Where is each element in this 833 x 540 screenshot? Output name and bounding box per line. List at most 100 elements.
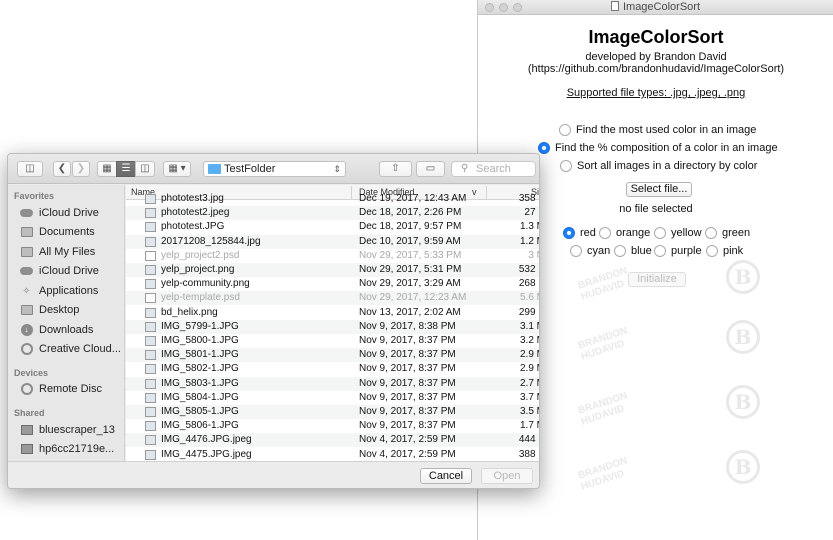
sidebar-toggle-button[interactable]: ◫ (17, 161, 43, 177)
file-row[interactable]: IMG_5799-1.JPG Nov 9, 2017, 8:38 PM 3.1 M (126, 319, 539, 334)
computer-icon (20, 424, 33, 436)
radio-button[interactable] (706, 245, 718, 257)
initialize-button[interactable]: Initialize (628, 272, 686, 287)
sidebar-item-remote-disc[interactable]: Remote Disc (20, 381, 124, 397)
color-option-orange[interactable]: orange (599, 227, 650, 239)
file-row[interactable]: IMG_4476.JPG.jpeg Nov 4, 2017, 2:59 PM 444… (126, 433, 539, 448)
image-file-icon (145, 307, 156, 318)
search-placeholder: Search (476, 163, 511, 175)
radio-button[interactable] (654, 227, 666, 239)
file-date: Nov 9, 2017, 8:37 PM (359, 349, 456, 361)
open-button[interactable]: Open (481, 468, 533, 484)
sidebar-item-desktop[interactable]: Desktop (20, 302, 124, 318)
folder-name: TestFolder (224, 163, 276, 175)
file-row[interactable]: yelp-community.png Nov 29, 2017, 3:29 AM 2… (126, 277, 539, 291)
file-row[interactable]: IMG_5805-1.JPG Nov 9, 2017, 8:37 PM 3.5 M (126, 405, 539, 419)
color-option-red[interactable]: red (563, 227, 596, 239)
list-view-button[interactable]: ☰ (116, 161, 136, 177)
color-option-yellow[interactable]: yellow (654, 227, 702, 239)
sidebar-item-applications[interactable]: ✧ Applications (20, 283, 124, 299)
file-size: 1.2 M (519, 235, 539, 247)
file-name: phototest3.jpg (161, 193, 224, 204)
radio-button[interactable] (570, 245, 582, 257)
file-name: IMG_5799-1.JPG (161, 320, 239, 332)
share-button[interactable]: ⇧ (379, 161, 412, 177)
image-file-icon (145, 321, 156, 332)
file-row[interactable]: phototest.JPG Dec 18, 2017, 9:57 PM 1.3 M (126, 220, 539, 234)
radio-button[interactable] (705, 227, 717, 239)
image-file-icon (145, 364, 156, 375)
sidebar-item-hp-printer[interactable]: hp6cc21719e... (20, 441, 124, 457)
sidebar-item-creative-cloud[interactable]: Creative Cloud... (20, 341, 124, 357)
cloud-icon (20, 265, 33, 277)
sidebar-item-downloads[interactable]: ↓ Downloads (20, 322, 124, 338)
file-row[interactable]: IMG_5802-1.JPG Nov 9, 2017, 8:37 PM 2.9 M (126, 362, 539, 376)
file-size: 1.3 M (519, 221, 539, 233)
color-label: yellow (671, 227, 702, 239)
color-option-cyan[interactable]: cyan (570, 245, 610, 257)
color-option-blue[interactable]: blue (614, 245, 652, 257)
file-date: Nov 9, 2017, 8:37 PM (359, 420, 456, 432)
file-date: Nov 13, 2017, 2:02 AM (359, 306, 461, 318)
file-row[interactable]: yelp-template.psd Nov 29, 2017, 12:23 AM 5… (126, 291, 539, 306)
radio-button[interactable] (614, 245, 626, 257)
file-name: IMG_4475.JPG.jpeg (161, 448, 252, 460)
mode-label: Find the % composition of a color in an … (555, 142, 778, 154)
select-file-button[interactable]: Select file... (626, 182, 692, 197)
supported-file-types: Supported file types: .jpg, .jpeg, .png (566, 87, 746, 99)
sidebar-item-label: Downloads (39, 324, 94, 336)
back-button[interactable]: ❮ (53, 161, 71, 177)
image-file-icon (145, 421, 156, 432)
applications-icon: ✧ (22, 285, 31, 297)
file-row[interactable]: IMG_5806-1.JPG Nov 9, 2017, 8:37 PM 1.7 M (126, 419, 539, 433)
file-row[interactable]: IMG_5801-1.JPG Nov 9, 2017, 8:37 PM 2.9 M (126, 348, 539, 363)
file-row[interactable]: bd_helix.png Nov 13, 2017, 2:02 AM 299 K (126, 306, 539, 320)
file-row[interactable]: phototest3.jpg Dec 19, 2017, 12:43 AM 358 … (126, 192, 539, 206)
sidebar-item-bluescraper[interactable]: bluescraper_13 (20, 422, 124, 438)
radio-button[interactable] (599, 227, 611, 239)
folder-path-popup[interactable]: TestFolder ⇕ (203, 161, 346, 177)
cancel-button[interactable]: Cancel (420, 468, 472, 484)
sidebar-item-label: hp6cc21719e... (39, 443, 115, 455)
file-date: Nov 29, 2017, 5:31 PM (359, 264, 462, 275)
columns-icon: ◫ (140, 163, 150, 174)
radio-button[interactable] (559, 124, 571, 136)
arrange-button[interactable]: ▦ ▾ (163, 161, 191, 177)
radio-button[interactable] (654, 245, 666, 257)
file-row[interactable]: IMG_4475.JPG.jpeg Nov 4, 2017, 2:59 PM 388… (126, 448, 539, 461)
file-row[interactable]: IMG_5803-1.JPG Nov 9, 2017, 8:37 PM 2.7 M (126, 376, 539, 391)
radio-button-selected[interactable] (563, 227, 575, 239)
file-size: 1.7 M (519, 420, 539, 432)
file-size: 27 K (524, 207, 539, 219)
file-date: Nov 9, 2017, 8:38 PM (359, 320, 456, 332)
watermark-logo: B (703, 260, 783, 340)
sidebar-item-documents[interactable]: Documents (20, 224, 124, 240)
image-file-icon (145, 336, 156, 346)
file-row[interactable]: phototest2.jpeg Dec 18, 2017, 2:26 PM 27 K (126, 206, 539, 221)
app-window-title: ImageColorSort (478, 1, 833, 13)
sidebar-item-all-my-files[interactable]: All My Files (20, 244, 124, 260)
column-view-button[interactable]: ◫ (135, 161, 155, 177)
github-url: (https://github.com/brandonhudavid/Image… (527, 63, 785, 75)
file-row[interactable]: yelp_project.png Nov 29, 2017, 5:31 PM 532… (126, 263, 539, 277)
tag-button[interactable]: ▭ (416, 161, 445, 177)
color-option-pink[interactable]: pink (706, 245, 743, 257)
sidebar-item-icloud-drive-2[interactable]: iCloud Drive (20, 263, 124, 279)
app-window-title-text: ImageColorSort (622, 1, 701, 13)
icon-view-button[interactable]: ▦ (97, 161, 117, 177)
file-row[interactable]: IMG_5804-1.JPG Nov 9, 2017, 8:37 PM 3.7 M (126, 391, 539, 405)
sidebar-item-icloud-drive[interactable]: iCloud Drive (20, 205, 124, 221)
sidebar-item-label: iCloud Drive (39, 207, 99, 219)
mode-option-most-used[interactable]: Find the most used color in an image (559, 124, 756, 136)
forward-button[interactable]: ❯ (72, 161, 90, 177)
search-field[interactable]: ⚲ Search (451, 161, 536, 177)
radio-button[interactable] (560, 160, 572, 172)
color-option-purple[interactable]: purple (654, 245, 702, 257)
file-row[interactable]: yelp_project2.psd Nov 29, 2017, 5:33 PM 3 … (126, 249, 539, 263)
mode-option-composition[interactable]: Find the % composition of a color in an … (538, 142, 778, 154)
mode-option-sort-directory[interactable]: Sort all images in a directory by color (560, 160, 757, 172)
radio-button-selected[interactable] (538, 142, 550, 154)
file-row[interactable]: 20171208_125844.jpg Dec 10, 2017, 9:59 AM… (126, 234, 539, 249)
file-row[interactable]: IMG_5800-1.JPG Nov 9, 2017, 8:37 PM 3.2 M (126, 334, 539, 348)
color-option-green[interactable]: green (705, 227, 750, 239)
